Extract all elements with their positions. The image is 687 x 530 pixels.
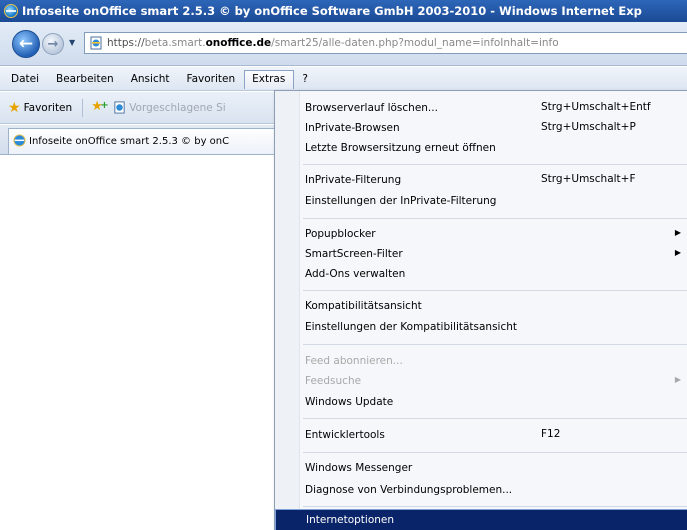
- menu-separator: [303, 164, 687, 165]
- shortcut: F12: [541, 428, 561, 440]
- url-path: /smart25/alle-daten.php?modul_name=infoI…: [271, 37, 559, 49]
- menu-item-feed-search: Feedsuche ▶: [305, 375, 681, 387]
- menu-item-compatibility-settings[interactable]: Einstellungen der Kompatibilitätsansicht: [303, 318, 685, 336]
- menu-item-inprivate-browsing[interactable]: InPrivate-Browsen Strg+Umschalt+P: [303, 119, 685, 137]
- menu-item-reopen-session[interactable]: Letzte Browsersitzung erneut öffnen: [303, 139, 685, 157]
- address-input[interactable]: https://beta.smart. onoffice.de/smart25/a…: [84, 32, 687, 54]
- tab-infoseite[interactable]: Infoseite onOffice smart 2.5.3 © by onC: [8, 128, 300, 154]
- shortcut: Strg+Umschalt+F: [541, 173, 636, 185]
- favorites-button[interactable]: Favoriten: [24, 102, 73, 114]
- menu-favoriten[interactable]: Favoriten: [179, 70, 245, 88]
- menu-separator: [303, 218, 687, 219]
- menu-item-smartscreen-filter[interactable]: SmartScreen-Filter ▶: [303, 245, 685, 263]
- tab-label: Infoseite onOffice smart 2.5.3 © by onC: [29, 136, 230, 147]
- history-dropdown-icon[interactable]: ▼: [69, 38, 79, 48]
- menu-extras[interactable]: Extras: [244, 69, 295, 89]
- menu-ansicht[interactable]: Ansicht: [123, 70, 179, 88]
- page-icon: [90, 36, 102, 50]
- menu-item-developer-tools[interactable]: Entwicklertools F12: [303, 426, 685, 444]
- menu-datei[interactable]: Datei: [3, 70, 48, 88]
- submenu-arrow-icon: ▶: [674, 375, 681, 384]
- shortcut: Strg+Umschalt+Entf: [541, 101, 651, 113]
- url-domain: onoffice.de: [205, 37, 272, 49]
- tab-page-icon: [13, 134, 26, 147]
- menu-help[interactable]: ?: [294, 70, 317, 88]
- url-subdomain: beta.smart.: [144, 37, 206, 49]
- menu-bar: Datei Bearbeiten Ansicht Favoriten Extra…: [0, 67, 687, 91]
- navigation-bar: ← → ▼ https://beta.smart. onoffice.de/sma…: [0, 22, 687, 66]
- shortcut: Strg+Umschalt+P: [541, 121, 636, 133]
- extras-menu: Browserverlauf löschen... Strg+Umschalt+…: [274, 90, 687, 530]
- menu-item-subscribe-feed: Feed abonnieren...: [305, 355, 403, 367]
- menu-separator: [303, 290, 687, 291]
- suggested-sites-link[interactable]: Vorgeschlagene Si: [129, 102, 225, 114]
- suggested-sites-icon: [114, 101, 125, 114]
- menu-separator: [303, 418, 687, 419]
- back-button[interactable]: ←: [12, 30, 40, 58]
- arrow-left-icon: ←: [18, 34, 34, 54]
- favorites-bar: ★ Favoriten Vorgeschlagene Si: [0, 92, 300, 124]
- menu-item-windows-update[interactable]: Windows Update: [303, 393, 685, 411]
- menu-separator: [303, 452, 687, 453]
- menu-separator: [303, 344, 687, 345]
- url-scheme: https://: [107, 37, 145, 49]
- menu-item-popup-blocker[interactable]: Popupblocker ▶: [303, 225, 685, 243]
- menu-item-windows-messenger[interactable]: Windows Messenger: [303, 459, 685, 477]
- favorites-star-icon: ★: [8, 99, 21, 116]
- menu-item-clear-history[interactable]: Browserverlauf löschen... Strg+Umschalt+…: [303, 99, 685, 117]
- menu-item-connection-diagnostics[interactable]: Diagnose von Verbindungsproblemen...: [303, 481, 685, 499]
- submenu-arrow-icon: ▶: [674, 228, 681, 237]
- arrow-right-icon: →: [47, 36, 59, 52]
- window-titlebar: Infoseite onOffice smart 2.5.3 © by onOf…: [0, 0, 687, 22]
- menu-item-compatibility-view[interactable]: Kompatibilitätsansicht: [303, 297, 685, 315]
- menu-item-manage-addons[interactable]: Add-Ons verwalten: [303, 265, 685, 283]
- submenu-arrow-icon: ▶: [674, 248, 681, 257]
- menu-item-internet-options[interactable]: Internetoptionen: [275, 509, 687, 530]
- menu-item-inprivate-filtering[interactable]: InPrivate-Filterung Strg+Umschalt+F: [303, 171, 685, 189]
- favorites-separator: [82, 98, 84, 117]
- forward-button[interactable]: →: [42, 33, 64, 55]
- menu-item-inprivate-filter-settings[interactable]: Einstellungen der InPrivate-Filterung: [303, 192, 685, 210]
- ie-logo-icon: [4, 4, 18, 18]
- window-title: Infoseite onOffice smart 2.5.3 © by onOf…: [22, 4, 642, 18]
- menu-separator: [303, 506, 687, 507]
- menu-bearbeiten[interactable]: Bearbeiten: [48, 70, 123, 88]
- tab-row: Infoseite onOffice smart 2.5.3 © by onC: [0, 125, 300, 155]
- menu-gutter: [275, 91, 300, 530]
- add-favorite-icon[interactable]: [91, 99, 108, 115]
